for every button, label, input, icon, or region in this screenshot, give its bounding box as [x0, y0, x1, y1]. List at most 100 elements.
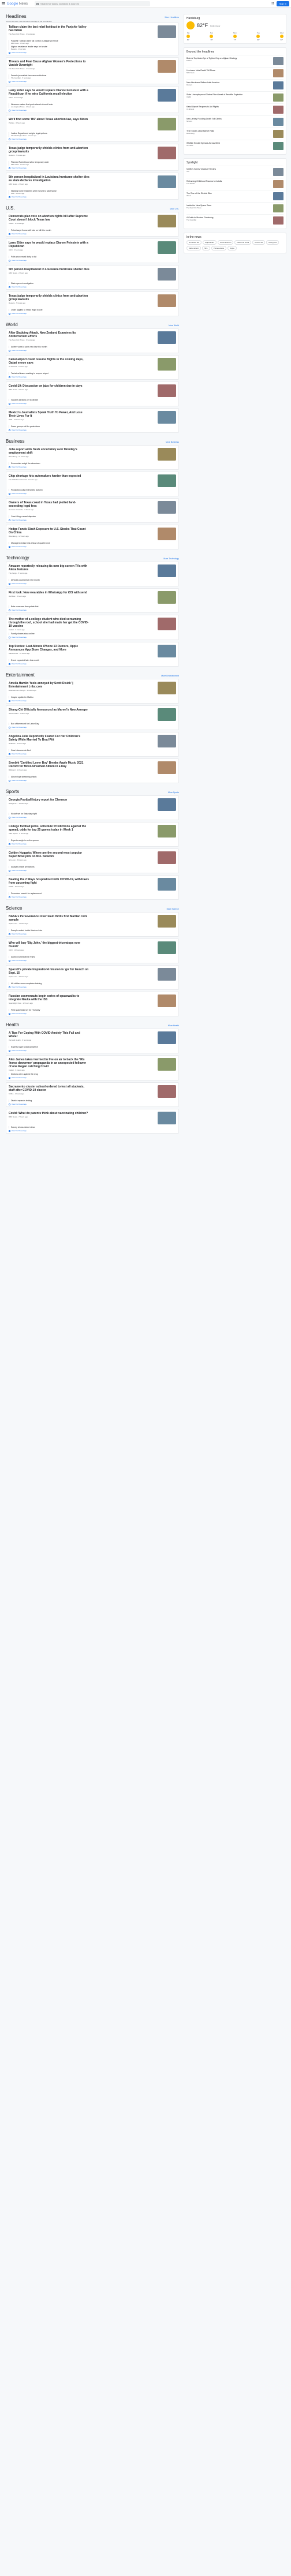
spotlight-item[interactable]: A Guide to Modern Gardening The Guardian: [186, 214, 283, 226]
related-headline[interactable]: Vaccine advisers yet to decide: [11, 399, 176, 401]
story-headline[interactable]: 5th person hospitalized in Louisiana hur…: [9, 175, 89, 182]
full-coverage-link[interactable]: View Full Coverage: [9, 402, 176, 405]
story-thumbnail[interactable]: [158, 618, 176, 630]
story-headline[interactable]: Covid: What do parents think about vacci…: [9, 1112, 89, 1115]
related-headline[interactable]: Order applies to Texas Right to Life: [11, 309, 176, 311]
story-headline[interactable]: After Stabbing Attack, New Zealand Exami…: [9, 331, 89, 338]
story-headline[interactable]: Beating the 2 Ways hospitalized with COV…: [9, 878, 89, 885]
story-headline[interactable]: Hedge Funds Slash Exposure to U.S. Stock…: [9, 528, 89, 534]
search-icon[interactable]: [36, 2, 39, 5]
beyond-headlines-item[interactable]: Kabul Airport Reopens to Aid Flights Al J…: [186, 103, 283, 115]
full-coverage-link[interactable]: View Full Coverage: [9, 492, 176, 495]
story-thumbnail[interactable]: [158, 735, 176, 747]
story-thumbnail[interactable]: [158, 968, 176, 981]
more-section-link[interactable]: More Technology: [163, 558, 179, 560]
story-thumbnail[interactable]: [158, 175, 176, 188]
story-thumbnail[interactable]: [158, 1112, 176, 1124]
story-headline[interactable]: Georgia Football Injury report for Clems…: [9, 798, 89, 802]
related-headline[interactable]: Survey shows mixed views: [11, 1126, 176, 1128]
side-thumbnail[interactable]: [273, 216, 283, 225]
full-coverage-link[interactable]: View Full Coverage: [9, 349, 176, 352]
search-input[interactable]: [40, 2, 145, 5]
story-headline[interactable]: Russian cosmonauts begin series of space…: [9, 994, 89, 1001]
story-thumbnail[interactable]: [158, 331, 176, 344]
more-section-link[interactable]: More Science: [167, 908, 179, 910]
story-thumbnail[interactable]: [158, 564, 176, 577]
full-coverage-link[interactable]: View Full Coverage: [9, 582, 176, 585]
full-coverage-link[interactable]: View Full Coverage: [9, 1130, 176, 1132]
related-headline[interactable]: Experts share practical advice: [11, 1046, 176, 1048]
topic-chip[interactable]: Afghanistan: [203, 240, 217, 245]
related-headline[interactable]: Press groups call for protections: [11, 425, 176, 428]
related-headline[interactable]: Court filings reveal disputes: [11, 515, 176, 518]
story-headline[interactable]: Democrats plan vote on abortion rights b…: [9, 215, 89, 222]
story-thumbnail[interactable]: [158, 448, 176, 461]
full-coverage-link[interactable]: View Full Coverage: [9, 959, 176, 962]
story-thumbnail[interactable]: [158, 241, 176, 254]
full-coverage-link[interactable]: View Full Coverage: [9, 312, 176, 315]
spotlight-item[interactable]: Inside the New Space Race The New York Ti…: [186, 202, 283, 214]
topic-chip[interactable]: Hurricane Ida: [186, 240, 202, 245]
full-coverage-link[interactable]: View Full Coverage: [9, 138, 176, 140]
topic-chip[interactable]: Shang-Chi: [266, 240, 279, 245]
topic-chip[interactable]: Texas abortion: [217, 240, 234, 245]
related-headline[interactable]: Pelosi says House will vote on bill this…: [11, 229, 176, 231]
story-headline[interactable]: Larry Elder says he would replace Dianne…: [9, 89, 89, 96]
related-headline[interactable]: Analysts make predictions: [11, 866, 176, 868]
story-thumbnail[interactable]: [158, 1085, 176, 1098]
story-headline[interactable]: First look: New wearables in WhatsApp fo…: [9, 591, 89, 595]
full-coverage-link[interactable]: View Full Coverage: [9, 429, 176, 431]
story-headline[interactable]: Threats and Fear Cause Afghan Women's Pr…: [9, 60, 89, 67]
story-thumbnail[interactable]: [158, 25, 176, 38]
full-coverage-link[interactable]: View Full Coverage: [9, 109, 176, 111]
story-headline[interactable]: Jobs report adds fresh uncertainty over …: [9, 448, 89, 455]
spotlight-item[interactable]: Netflix's Series 'Clickbait' Review Vox: [186, 166, 283, 178]
related-headline[interactable]: Beta users see the update first: [11, 605, 176, 608]
story-headline[interactable]: Shang-Chi Officially Announced as Marvel…: [9, 708, 89, 712]
story-headline[interactable]: Amelia Hamlin 'feels annoyed by Scott Di…: [9, 682, 89, 689]
story-thumbnail[interactable]: [158, 915, 176, 928]
related-headline[interactable]: Experts weigh in on the opener: [11, 839, 176, 842]
story-headline[interactable]: College football picks, schedule: Predic…: [9, 825, 89, 832]
more-section-link[interactable]: More U.S.: [170, 208, 179, 210]
story-thumbnail[interactable]: [158, 358, 176, 371]
side-thumbnail[interactable]: [273, 180, 283, 188]
full-coverage-link[interactable]: View Full Coverage: [9, 196, 176, 198]
topic-chip[interactable]: Kabul airport: [186, 246, 202, 251]
related-headline[interactable]: State opens investigation: [11, 282, 176, 285]
related-headline[interactable]: Album tops streaming charts: [11, 776, 176, 778]
search-box[interactable]: [35, 1, 151, 6]
story-thumbnail[interactable]: [158, 89, 176, 102]
spotlight-item[interactable]: The Rise of the Electric Bike Wired: [186, 190, 283, 202]
full-coverage-link[interactable]: View Full Coverage: [9, 753, 176, 755]
story-thumbnail[interactable]: [158, 591, 176, 604]
sign-in-button[interactable]: Sign in: [276, 1, 289, 6]
related-headline[interactable]: All-civilian crew completes training: [11, 982, 176, 985]
story-headline[interactable]: NASA's Perseverance rover team thrills f…: [9, 915, 89, 922]
related-headline[interactable]: Box office record for Labor Day: [11, 723, 176, 725]
story-headline[interactable]: Angelina Jolie Reportedly Feared For Her…: [9, 735, 89, 742]
related-headline[interactable]: First spacewalk set for Thursday: [11, 1009, 176, 1011]
weather-card[interactable]: Harrisburg 82°F Partly cloudy Sat 82° Sun 79° M…: [184, 14, 286, 44]
related-headline[interactable]: Devices could arrive next month: [11, 579, 176, 581]
story-headline[interactable]: Who will buy 'Big John,' the biggest tri…: [9, 941, 89, 948]
apps-icon[interactable]: [270, 2, 274, 5]
full-coverage-link[interactable]: View Full Coverage: [9, 466, 176, 468]
more-section-link[interactable]: More Business: [166, 441, 179, 443]
full-coverage-link[interactable]: View Full Coverage: [9, 779, 176, 782]
story-thumbnail[interactable]: [158, 60, 176, 73]
full-coverage-link[interactable]: View Full Coverage: [9, 286, 176, 288]
full-coverage-link[interactable]: View Full Coverage: [9, 259, 176, 261]
story-thumbnail[interactable]: [158, 645, 176, 657]
more-section-link[interactable]: More Health: [168, 1025, 179, 1027]
beyond-headlines-item[interactable]: Hurricane Ida's Death Toll Rises NBC News: [186, 67, 283, 79]
story-headline[interactable]: Amazon reportedly releasing its own big-…: [9, 564, 89, 571]
story-thumbnail[interactable]: [158, 474, 176, 487]
story-thumbnail[interactable]: [158, 851, 176, 864]
full-coverage-link[interactable]: View Full Coverage: [9, 1012, 176, 1015]
story-headline[interactable]: Golden Nuggets: Where are the second-mos…: [9, 851, 89, 858]
side-thumbnail[interactable]: [273, 192, 283, 200]
side-thumbnail[interactable]: [273, 130, 283, 138]
full-coverage-link[interactable]: View Full Coverage: [9, 80, 176, 83]
full-coverage-link[interactable]: View Full Coverage: [9, 1076, 176, 1079]
